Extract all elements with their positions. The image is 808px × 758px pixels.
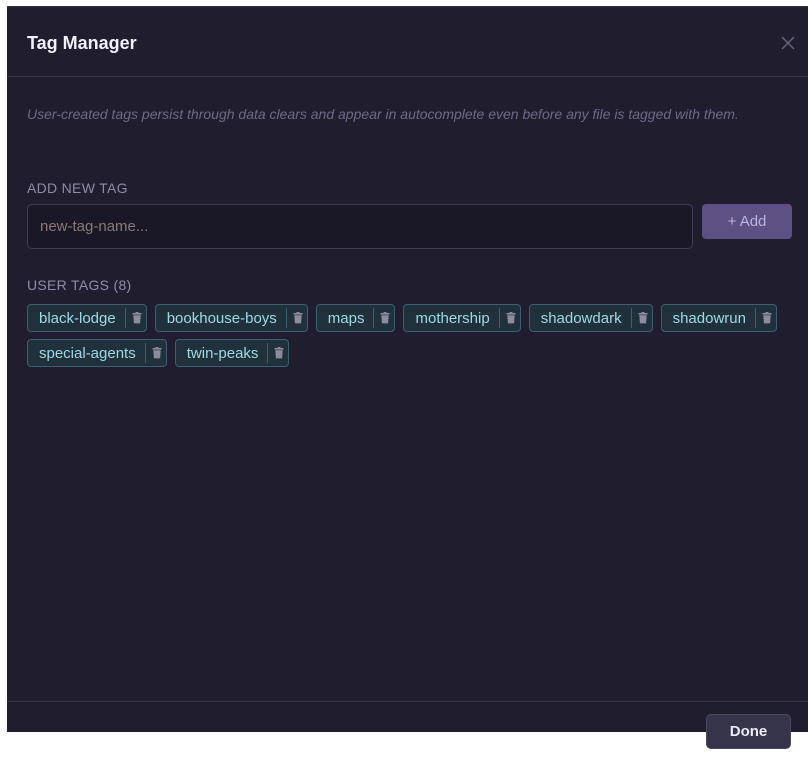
tag-chip: shadowrun [660,304,777,332]
tag-chip: bookhouse-boys [154,304,308,332]
tag-name[interactable]: maps [328,310,374,327]
trash-icon [293,312,303,324]
tag-list: black-lodge bookhouse-boys maps mothership s… [27,304,797,367]
trash-icon [152,347,162,359]
delete-tag-button[interactable] [124,308,142,328]
tag-name[interactable]: shadowrun [673,310,755,327]
tag-chip: twin-peaks [174,339,290,367]
close-icon [781,36,795,50]
delete-tag-button[interactable] [285,308,303,328]
trash-icon [380,312,390,324]
tag-chip: mothership [403,304,521,332]
delete-tag-button[interactable] [754,308,772,328]
tag-chip: maps [315,304,396,332]
tag-name[interactable]: special-agents [39,345,145,362]
done-button[interactable]: Done [706,714,791,749]
tag-manager-dialog: Tag Manager User-created tags persist th… [7,6,808,749]
delete-tag-button[interactable] [498,308,516,328]
dialog-header: Tag Manager [7,7,808,77]
trash-icon [274,347,284,359]
add-tag-label: ADD NEW TAG [27,180,128,196]
close-button[interactable] [778,33,798,53]
trash-icon [506,312,516,324]
tag-name[interactable]: twin-peaks [187,345,268,362]
tag-name[interactable]: bookhouse-boys [167,310,286,327]
dialog-footer: Done [7,701,808,749]
trash-icon [638,312,648,324]
new-tag-input[interactable] [27,204,693,249]
tag-name[interactable]: shadowdark [541,310,631,327]
delete-tag-button[interactable] [267,343,284,363]
dialog-body: User-created tags persist through data c… [7,77,808,701]
tag-name[interactable]: black-lodge [39,310,125,327]
tag-chip: shadowdark [528,304,653,332]
tag-chip: special-agents [27,339,167,367]
dialog-title: Tag Manager [27,33,137,53]
add-tag-button[interactable]: + Add [702,204,792,239]
tag-name[interactable]: mothership [415,310,498,327]
trash-icon [762,312,772,324]
tag-chip: black-lodge [27,304,147,332]
delete-tag-button[interactable] [144,343,162,363]
user-tags-label: USER TAGS (8) [27,277,132,293]
delete-tag-button[interactable] [373,308,390,328]
trash-icon [132,312,142,324]
description-text: User-created tags persist through data c… [27,106,739,122]
delete-tag-button[interactable] [630,308,648,328]
